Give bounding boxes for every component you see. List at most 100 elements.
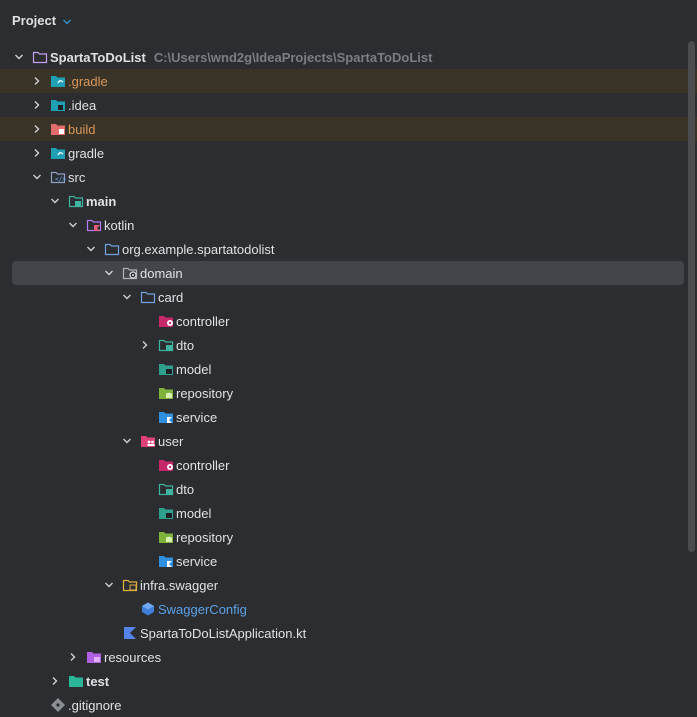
chevron-down-icon[interactable] xyxy=(62,15,72,25)
src-folder-icon: </> xyxy=(50,169,66,185)
tree-item-label: gradle xyxy=(68,145,105,161)
repository-folder-icon xyxy=(158,529,174,545)
tree-item-gitignore[interactable]: .gitignore xyxy=(0,693,697,717)
git-file-icon xyxy=(50,697,66,713)
project-panel-header: Project xyxy=(0,0,697,40)
kotlin-folder-icon xyxy=(86,217,102,233)
repository-folder-icon xyxy=(158,385,174,401)
tree-item-controller[interactable]: controller xyxy=(0,453,697,477)
chevron-right-icon[interactable] xyxy=(139,339,151,351)
chevron-right-icon[interactable] xyxy=(31,99,43,111)
chevron-down-icon[interactable] xyxy=(121,435,133,447)
chevron-down-icon[interactable] xyxy=(13,51,25,63)
tree-item-src[interactable]: </> src xyxy=(0,165,697,189)
chevron-down-icon[interactable] xyxy=(85,243,97,255)
service-folder-icon xyxy=(158,553,174,569)
chevron-right-icon[interactable] xyxy=(31,75,43,87)
chevron-down-icon[interactable] xyxy=(31,171,43,183)
tree-item-label: test xyxy=(86,673,110,689)
tree-item-label: service xyxy=(176,553,218,569)
tree-item-label: domain xyxy=(140,265,183,281)
tree-item-resources[interactable]: resources xyxy=(0,645,697,669)
tree-item-label: src xyxy=(68,169,86,185)
user-folder-icon xyxy=(140,433,156,449)
tree-item-repository[interactable]: repository xyxy=(0,381,697,405)
tree-item-label: SpartaToDoList C:\Users\wnd2g\IdeaProject… xyxy=(50,49,433,65)
vertical-scrollbar[interactable] xyxy=(688,41,695,552)
dto-folder-icon xyxy=(158,337,174,353)
tree-item-label: repository xyxy=(176,385,234,401)
chevron-right-icon[interactable] xyxy=(49,675,61,687)
tree-item-label: SpartaToDoListApplication.kt xyxy=(140,625,307,641)
tree-item-idea[interactable]: .idea xyxy=(0,93,697,117)
tree-item-dto[interactable]: dto xyxy=(0,333,697,357)
tree-item-infra-swagger[interactable]: infra.swagger xyxy=(0,573,697,597)
tree-item-label: dto xyxy=(176,337,195,353)
kotlin-class-icon xyxy=(140,601,156,617)
tree-item-spartatodolistapplication-kt[interactable]: SpartaToDoListApplication.kt xyxy=(0,621,697,645)
chevron-down-icon[interactable] xyxy=(49,195,61,207)
tree-item-build[interactable]: build xyxy=(0,117,697,141)
tree-item-test[interactable]: test xyxy=(0,669,697,693)
source-root-folder-icon xyxy=(68,193,84,209)
tree-item-swaggerconfig[interactable]: SwaggerConfig xyxy=(0,597,697,621)
controller-folder-icon xyxy=(158,313,174,329)
module-folder-icon xyxy=(32,49,48,65)
controller-folder-icon xyxy=(158,457,174,473)
tree-item-label: service xyxy=(176,409,218,425)
tree-item-label: card xyxy=(158,289,184,305)
service-folder-icon xyxy=(158,409,174,425)
chevron-down-icon[interactable] xyxy=(67,219,79,231)
tree-item-repository[interactable]: repository xyxy=(0,525,697,549)
tree-item-kotlin[interactable]: kotlin xyxy=(0,213,697,237)
tree-item-model[interactable]: model xyxy=(0,357,697,381)
tree-item-main[interactable]: main xyxy=(0,189,697,213)
chevron-down-icon[interactable] xyxy=(103,267,115,279)
domain-folder-icon xyxy=(122,265,138,281)
tree-item-user[interactable]: user xyxy=(0,429,697,453)
project-view-title[interactable]: Project xyxy=(12,13,56,28)
tree-item-label: resources xyxy=(104,649,162,665)
chevron-right-icon[interactable] xyxy=(31,147,43,159)
tree-item-label: user xyxy=(158,433,184,449)
tree-item-model[interactable]: model xyxy=(0,501,697,525)
chevron-down-icon[interactable] xyxy=(103,579,115,591)
tree-item-label: repository xyxy=(176,529,234,545)
tree-item-card[interactable]: card xyxy=(0,285,697,309)
model-folder-icon xyxy=(158,505,174,521)
test-folder-icon xyxy=(68,673,84,689)
gradle-folder-icon xyxy=(50,73,66,89)
tree-item-label: .gitignore xyxy=(68,697,122,713)
chevron-right-icon[interactable] xyxy=(67,651,79,663)
tree-item-controller[interactable]: controller xyxy=(0,309,697,333)
tree-item-spartatodolist[interactable]: SpartaToDoList C:\Users\wnd2g\IdeaProject… xyxy=(0,45,697,69)
tree-item-label: org.example.spartatodolist xyxy=(122,241,275,257)
tree-item-org-example-spartatodolist[interactable]: org.example.spartatodolist xyxy=(0,237,697,261)
tree-item-gradle[interactable]: gradle xyxy=(0,141,697,165)
project-path: C:\Users\wnd2g\IdeaProjects\SpartaToDoLi… xyxy=(153,49,433,65)
tree-item-service[interactable]: service xyxy=(0,549,697,573)
tree-item-gradle[interactable]: .gradle xyxy=(0,69,697,93)
chevron-right-icon[interactable] xyxy=(31,123,43,135)
tree-item-label: SwaggerConfig xyxy=(158,601,247,617)
idea-folder-icon xyxy=(50,97,66,113)
tree-item-service[interactable]: service xyxy=(0,405,697,429)
tree-item-label: dto xyxy=(176,481,195,497)
tree-item-label: .idea xyxy=(68,97,97,113)
tree-item-domain[interactable]: domain xyxy=(0,261,697,285)
svg-text:</>: </> xyxy=(55,176,66,183)
tree-item-dto[interactable]: dto xyxy=(0,477,697,501)
kotlin-file-icon xyxy=(122,625,138,641)
package-folder-icon xyxy=(104,241,120,257)
build-folder-icon xyxy=(50,121,66,137)
dto-folder-icon xyxy=(158,481,174,497)
chevron-down-icon[interactable] xyxy=(121,291,133,303)
tree-item-label: kotlin xyxy=(104,217,135,233)
tree-item-label: controller xyxy=(176,457,230,473)
tree-item-label: controller xyxy=(176,313,230,329)
tree-item-label: build xyxy=(68,121,96,137)
package-folder-icon xyxy=(140,289,156,305)
infra-folder-icon xyxy=(122,577,138,593)
tree-item-label: main xyxy=(86,193,117,209)
model-folder-icon xyxy=(158,361,174,377)
